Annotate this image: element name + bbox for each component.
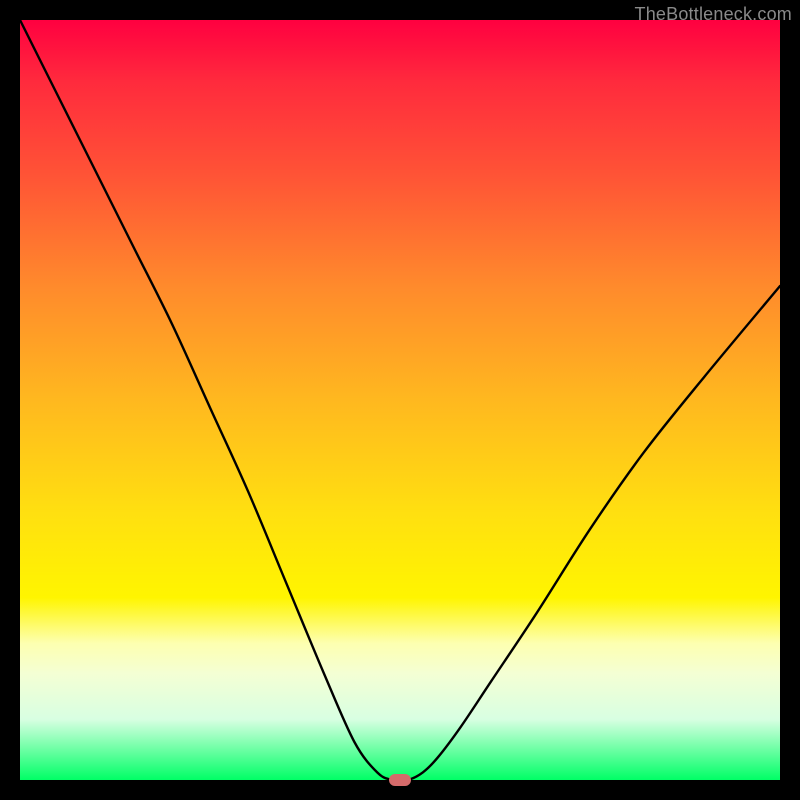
optimal-point-marker	[389, 774, 411, 786]
watermark-text: TheBottleneck.com	[635, 4, 792, 25]
plot-area	[20, 20, 780, 780]
bottleneck-curve	[20, 20, 780, 780]
chart-frame: TheBottleneck.com	[0, 0, 800, 800]
